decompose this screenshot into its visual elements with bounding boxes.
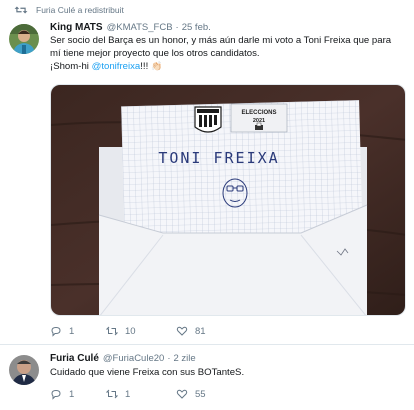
- separator-dot: ·: [175, 22, 179, 33]
- retweet-icon: [106, 389, 118, 399]
- retweet-button[interactable]: 1: [106, 388, 176, 400]
- separator-dot: ·: [167, 353, 171, 364]
- reply-button[interactable]: 1: [50, 325, 106, 337]
- tweet-text: Cuidado que viene Freixa con sus BOTante…: [50, 367, 408, 380]
- retweet-button[interactable]: 10: [106, 325, 176, 337]
- author-name[interactable]: King MATS: [50, 22, 103, 33]
- crest-icon: [194, 106, 222, 133]
- tweet-text: Ser socio del Barça es un honor, y más a…: [50, 35, 408, 74]
- avatar[interactable]: [9, 24, 39, 54]
- retweet-count: 10: [125, 325, 136, 337]
- tweet[interactable]: King MATS @KMATS_FCB · 25 feb. Ser socio…: [0, 18, 414, 345]
- reply-count: 1: [69, 388, 75, 400]
- envelope-handwriting: TONI FREIXA: [158, 149, 279, 167]
- author-name[interactable]: Furia Culé: [50, 353, 99, 364]
- like-count: 81: [195, 325, 206, 337]
- avatar[interactable]: [9, 355, 39, 385]
- retweet-context-label: Furia Culé a redistribuit: [36, 5, 124, 15]
- reply-icon: [51, 326, 61, 337]
- mention-link[interactable]: @tonifreixa: [92, 61, 141, 72]
- tweet-time[interactable]: 25 feb.: [182, 22, 211, 33]
- clap-emoji-icon: 👏🏻: [150, 61, 163, 71]
- like-count: 55: [195, 388, 206, 400]
- retweet-count: 1: [125, 388, 131, 400]
- tweet-header: King MATS @KMATS_FCB · 25 feb.: [50, 22, 211, 33]
- author-handle[interactable]: @KMATS_FCB: [107, 22, 173, 33]
- text-prefix: ¡Shom-hi: [50, 61, 92, 72]
- heart-icon: [176, 326, 188, 336]
- tweet-header: Furia Culé @FuriaCule20 · 2 zile: [50, 353, 196, 364]
- retweet-icon: [14, 6, 28, 14]
- text-suffix: !!!: [140, 61, 151, 72]
- tweet-text-line: ¡Shom-hi @tonifreixa!!! 👏🏻: [50, 60, 408, 74]
- tweet-photo[interactable]: ELECCIONS 2021 TONI FREIXA: [50, 84, 406, 316]
- like-button[interactable]: 55: [176, 388, 236, 400]
- tweet-actions: 1 1 55: [50, 388, 236, 400]
- author-handle[interactable]: @FuriaCule20: [103, 353, 164, 364]
- retweet-icon: [106, 326, 118, 336]
- tweet-text-line: Ser socio del Barça es un honor, y más a…: [50, 35, 392, 46]
- tweet-text-line: mí tiene mejor proyecto que los otros ca…: [50, 47, 260, 59]
- like-button[interactable]: 81: [176, 325, 236, 337]
- tweet-text-line: Cuidado que viene Freixa con sus BOTante…: [50, 367, 245, 378]
- tweet-time[interactable]: 2 zile: [173, 353, 195, 364]
- reply-icon: [51, 389, 61, 400]
- heart-icon: [176, 389, 188, 399]
- reply-button[interactable]: 1: [50, 388, 106, 400]
- tweet[interactable]: Furia Culé @FuriaCule20 · 2 zile Cuidado…: [0, 345, 414, 410]
- ballot-header: ELECCIONS: [241, 110, 276, 116]
- tweet-actions: 1 10 81: [50, 325, 236, 337]
- retweet-context: Furia Culé a redistribuit: [14, 5, 124, 15]
- reply-count: 1: [69, 325, 75, 337]
